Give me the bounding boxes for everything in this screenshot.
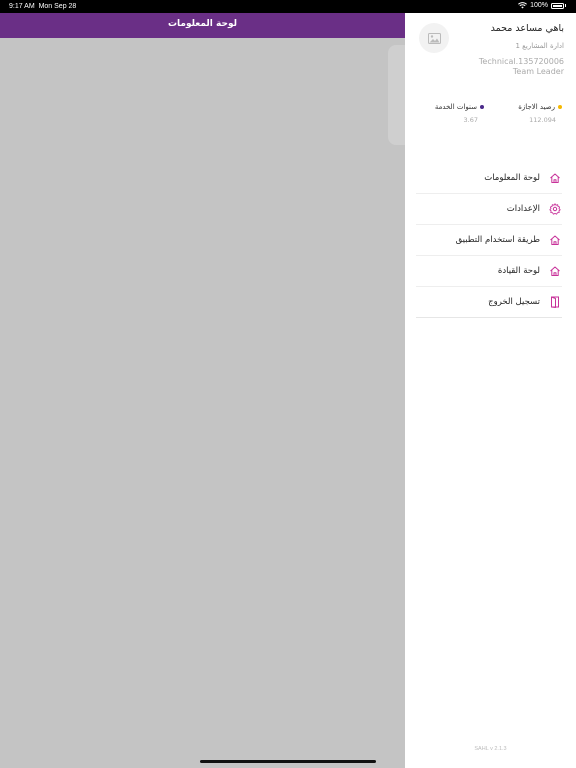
logout-door-icon xyxy=(548,295,562,309)
leave-balance-label: رصيد الاجازة xyxy=(518,103,555,111)
battery-icon xyxy=(551,2,564,9)
page-title: لوحة المعلومات xyxy=(168,19,237,29)
menu-item-label: طريقة استخدام التطبيق xyxy=(455,235,540,245)
leave-balance-value: 112.094 xyxy=(529,116,556,124)
service-years-value: 3.67 xyxy=(463,116,478,124)
home-icon xyxy=(548,171,562,185)
avatar[interactable] xyxy=(419,23,449,53)
home-icon xyxy=(548,233,562,247)
stats-row: رصيد الاجازة 112.094 سنوات الخدمة 3.67 xyxy=(405,103,576,133)
profile-info: باهي مساعد محمد ادارة المشاريع 1 Technic… xyxy=(479,23,564,77)
menu-item-settings[interactable]: الإعدادات xyxy=(416,194,562,225)
status-time: 9:17 AM Mon Sep 28 xyxy=(9,3,77,10)
menu-item-dashboard[interactable]: لوحة المعلومات xyxy=(416,163,562,194)
menu-item-logout[interactable]: تسجيل الخروج xyxy=(416,287,562,318)
leave-dot-icon xyxy=(558,105,562,109)
service-years-stat: سنوات الخدمة 3.67 xyxy=(435,103,484,124)
side-drawer: باهي مساعد محمد ادارة المشاريع 1 Technic… xyxy=(405,13,576,768)
home-indicator[interactable] xyxy=(200,760,376,763)
menu-item-label: تسجيل الخروج xyxy=(488,297,540,307)
menu-item-label: لوحة المعلومات xyxy=(484,173,540,183)
battery-percentage: 100% xyxy=(530,2,548,9)
menu-item-label: الإعدادات xyxy=(506,204,540,214)
dim-overlay[interactable] xyxy=(0,13,405,768)
department: ادارة المشاريع 1 xyxy=(515,42,564,50)
status-indicators: 100% xyxy=(518,2,566,9)
header-bar: لوحة المعلومات xyxy=(0,13,405,38)
menu-item-leadership-dashboard[interactable]: لوحة القيادة xyxy=(416,256,562,287)
service-years-label: سنوات الخدمة xyxy=(434,103,477,111)
menu-item-label: لوحة القيادة xyxy=(497,266,540,276)
job-title: Team Leader xyxy=(512,67,564,76)
gear-icon xyxy=(548,202,562,216)
job-code: Technical.135720006 xyxy=(478,57,564,66)
home-icon xyxy=(548,264,562,278)
status-bar: 9:17 AM Mon Sep 28 100% xyxy=(0,0,576,13)
leave-balance-stat: رصيد الاجازة 112.094 xyxy=(518,103,562,124)
user-name: باهي مساعد محمد xyxy=(490,23,564,34)
menu-item-app-guide[interactable]: طريقة استخدام التطبيق xyxy=(416,225,562,256)
service-dot-icon xyxy=(480,105,484,109)
app-version: SAHL v 2.1.3 xyxy=(474,746,507,752)
wifi-icon xyxy=(518,2,528,9)
drawer-menu: لوحة المعلومات الإعدادات طريقة استخدام ا… xyxy=(416,163,562,318)
image-placeholder-icon xyxy=(427,32,441,44)
